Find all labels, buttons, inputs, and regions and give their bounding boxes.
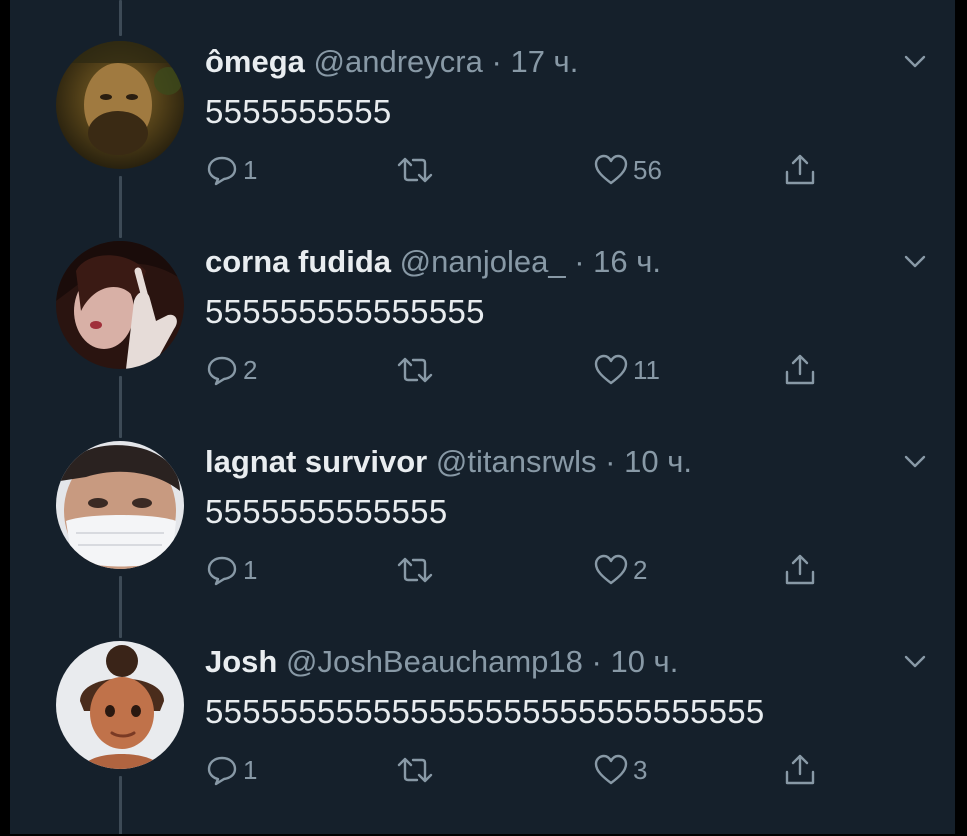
user-handle[interactable]: @JoshBeauchamp18 — [286, 644, 583, 679]
separator-dot: · — [591, 644, 602, 679]
tweet-text: 555555555555555555555555555555 — [205, 693, 765, 730]
display-name[interactable]: ômega — [205, 44, 305, 79]
separator-dot: · — [605, 444, 616, 479]
tweet-actions: 1 3 — [205, 750, 845, 790]
like-count: 2 — [633, 554, 648, 585]
heart-icon — [594, 754, 628, 785]
timestamp[interactable]: 10 ч. — [610, 644, 678, 679]
share-icon — [785, 754, 815, 785]
chevron-down-icon[interactable] — [902, 648, 928, 674]
retweet-button[interactable] — [395, 550, 439, 590]
like-count: 3 — [633, 754, 648, 785]
display-name[interactable]: lagnat survivor — [205, 444, 427, 479]
avatar[interactable] — [56, 41, 184, 169]
like-button[interactable]: 3 — [593, 750, 647, 790]
user-handle[interactable]: @andreycra — [314, 44, 483, 79]
display-name[interactable]: corna fudida — [205, 244, 391, 279]
share-icon — [785, 154, 815, 185]
tweet-header: ômega @andreycra · 17 ч. — [205, 44, 578, 80]
avatar[interactable] — [56, 441, 184, 569]
like-count: 11 — [633, 354, 660, 385]
share-icon — [785, 554, 815, 585]
retweet-button[interactable] — [395, 750, 439, 790]
timestamp[interactable]: 16 ч. — [593, 244, 661, 279]
separator-dot: · — [491, 44, 502, 79]
share-button[interactable] — [783, 150, 817, 190]
heart-icon — [594, 154, 628, 185]
tweet-thread-feed: ômega @andreycra · 17 ч. 5555555555 1 56… — [10, 0, 955, 834]
share-button[interactable] — [783, 750, 817, 790]
screen: ômega @andreycra · 17 ч. 5555555555 1 56… — [0, 0, 967, 836]
user-handle[interactable]: @titansrwls — [436, 444, 597, 479]
retweet-icon — [397, 557, 433, 583]
tweet-header: lagnat survivor @titansrwls · 10 ч. — [205, 444, 692, 480]
like-count: 56 — [633, 154, 662, 185]
heart-icon — [594, 354, 628, 385]
tweet[interactable]: ômega @andreycra · 17 ч. 5555555555 1 56 — [10, 0, 955, 200]
tweet-actions: 1 56 — [205, 150, 845, 190]
reply-icon — [207, 356, 237, 386]
tweet[interactable]: lagnat survivor @titansrwls · 10 ч. 5555… — [10, 400, 955, 600]
heart-icon — [594, 554, 628, 585]
chevron-down-icon[interactable] — [902, 448, 928, 474]
tweet-header: corna fudida @nanjolea_ · 16 ч. — [205, 244, 661, 280]
share-button[interactable] — [783, 350, 817, 390]
reply-icon — [207, 756, 237, 786]
avatar[interactable] — [56, 241, 184, 369]
reply-icon — [207, 156, 237, 186]
retweet-button[interactable] — [395, 350, 439, 390]
timestamp[interactable]: 17 ч. — [510, 44, 578, 79]
tweet-text: 5555555555 — [205, 93, 392, 130]
tweet[interactable]: Josh @JoshBeauchamp18 · 10 ч. 5555555555… — [10, 600, 955, 800]
tweet-text: 5555555555555 — [205, 493, 448, 530]
retweet-icon — [397, 157, 433, 183]
avatar[interactable] — [56, 641, 184, 769]
display-name[interactable]: Josh — [205, 644, 277, 679]
reply-count: 1 — [243, 154, 258, 185]
timestamp[interactable]: 10 ч. — [624, 444, 692, 479]
reply-button[interactable]: 1 — [205, 150, 257, 190]
tweet-actions: 1 2 — [205, 550, 845, 590]
tweet-text: 555555555555555 — [205, 293, 485, 330]
reply-count: 2 — [243, 354, 258, 385]
retweet-icon — [397, 757, 433, 783]
share-icon — [785, 354, 815, 385]
tweet[interactable]: corna fudida @nanjolea_ · 16 ч. 55555555… — [10, 200, 955, 400]
reply-count: 1 — [243, 554, 258, 585]
like-button[interactable]: 11 — [593, 350, 660, 390]
tweet-actions: 2 11 — [205, 350, 845, 390]
retweet-button[interactable] — [395, 150, 439, 190]
chevron-down-icon[interactable] — [902, 48, 928, 74]
like-button[interactable]: 56 — [593, 150, 662, 190]
like-button[interactable]: 2 — [593, 550, 647, 590]
reply-count: 1 — [243, 754, 258, 785]
chevron-down-icon[interactable] — [902, 248, 928, 274]
reply-icon — [207, 556, 237, 586]
reply-button[interactable]: 1 — [205, 750, 257, 790]
reply-button[interactable]: 2 — [205, 350, 257, 390]
tweet-header: Josh @JoshBeauchamp18 · 10 ч. — [205, 644, 678, 680]
retweet-icon — [397, 357, 433, 383]
share-button[interactable] — [783, 550, 817, 590]
user-handle[interactable]: @nanjolea_ — [400, 244, 566, 279]
reply-button[interactable]: 1 — [205, 550, 257, 590]
separator-dot: · — [574, 244, 585, 279]
